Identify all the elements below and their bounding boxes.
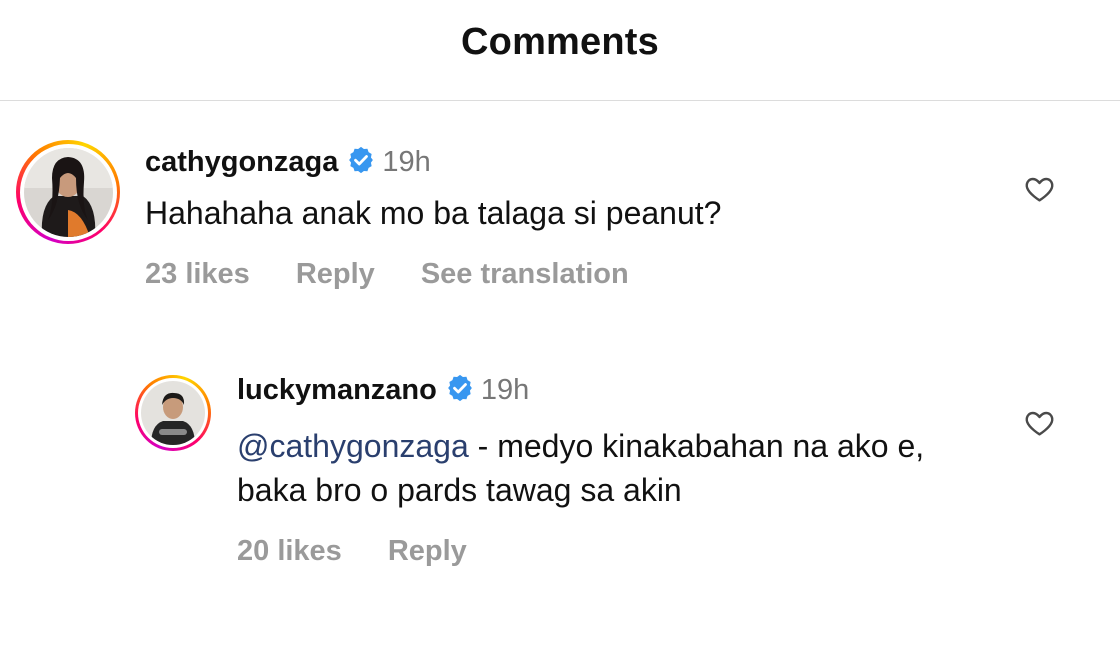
comment-username[interactable]: luckymanzano (237, 374, 437, 407)
comments-header: Comments (0, 0, 1120, 101)
avatar-story-ring[interactable] (135, 375, 211, 451)
likes-count[interactable]: 23 likes (145, 258, 250, 291)
comment-timestamp: 19h (382, 146, 431, 178)
verified-badge-icon (346, 145, 376, 180)
comment-text: Hahahaha anak mo ba talaga si peanut? (145, 195, 722, 231)
avatar-story-ring[interactable] (16, 140, 120, 244)
comment-username[interactable]: cathygonzaga (145, 146, 338, 179)
avatar (23, 147, 113, 237)
page-title: Comments (461, 20, 659, 63)
comment-text: @cathygonzaga - medyo kinakabahan na ako… (237, 428, 925, 508)
heart-icon[interactable] (1023, 407, 1056, 444)
verified-badge-icon (445, 373, 475, 408)
reply-button[interactable]: Reply (388, 535, 467, 568)
see-translation-button[interactable]: See translation (421, 258, 629, 291)
likes-count[interactable]: 20 likes (237, 535, 342, 568)
comment-timestamp: 19h (480, 374, 530, 406)
mention-link[interactable]: @cathygonzaga (237, 428, 469, 464)
reply-button[interactable]: Reply (296, 258, 375, 291)
avatar (141, 381, 205, 445)
heart-icon[interactable] (1023, 173, 1056, 210)
